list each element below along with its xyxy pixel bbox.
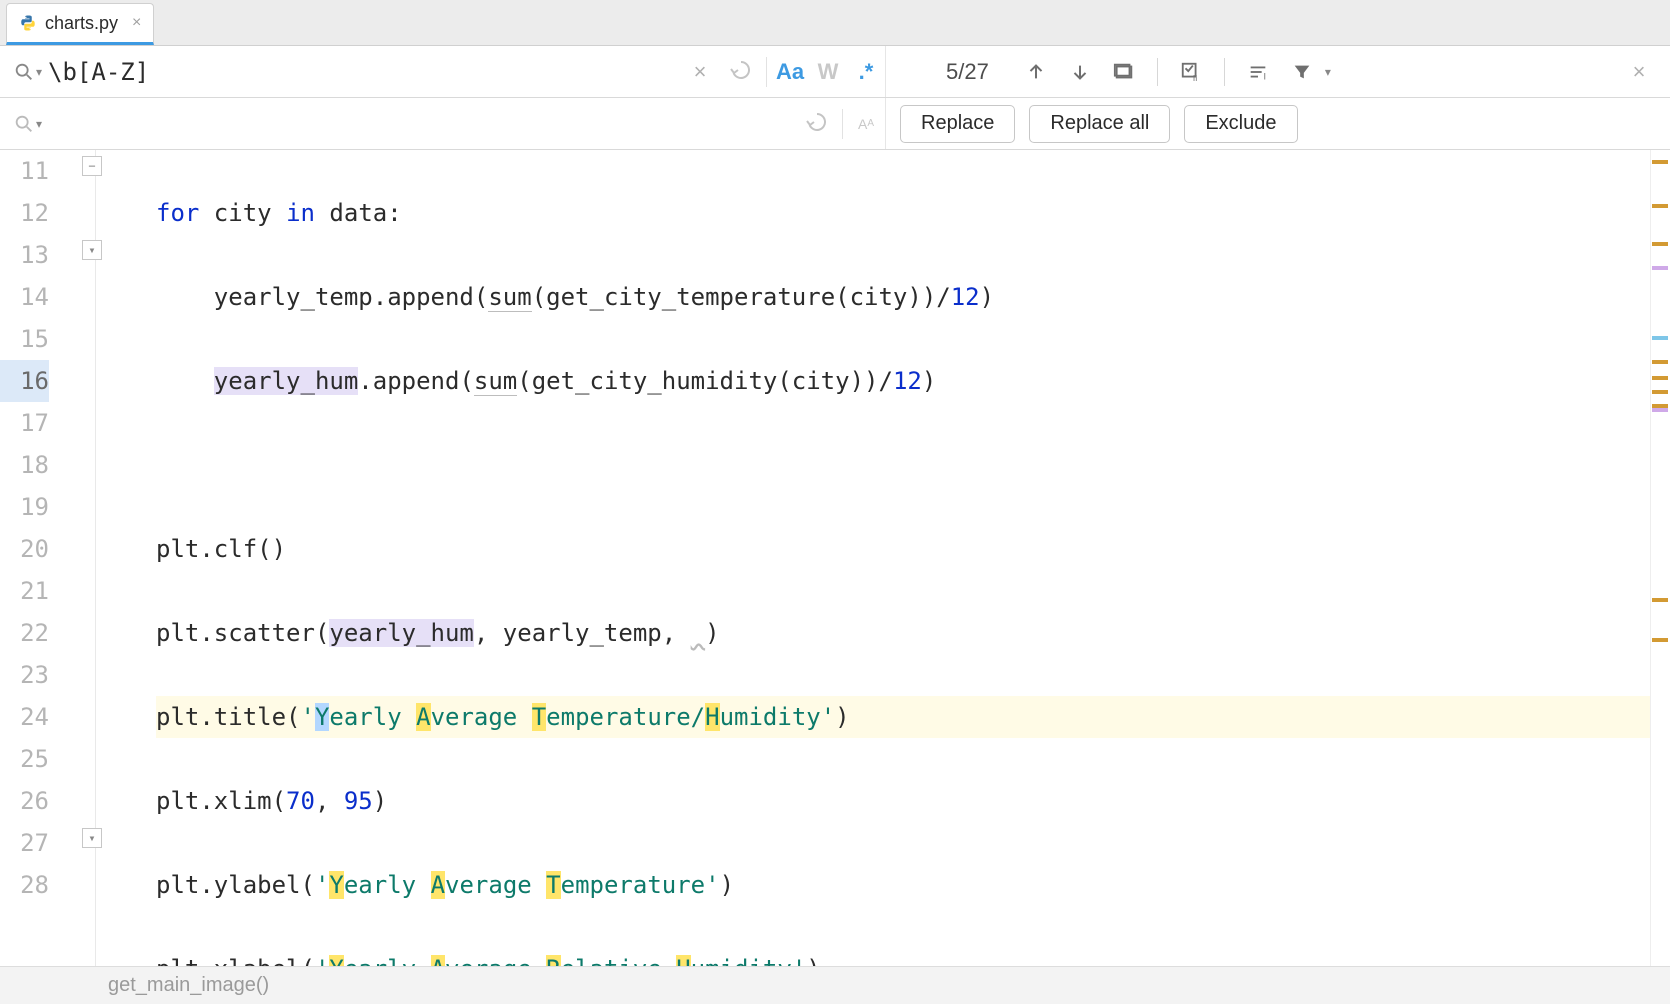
replace-history-icon[interactable]	[794, 110, 838, 137]
line-number[interactable]: 24	[0, 696, 49, 738]
replace-input[interactable]	[42, 106, 794, 142]
error-stripe-marker[interactable]	[1652, 266, 1668, 270]
regex-toggle[interactable]: .*	[847, 55, 885, 89]
separator	[842, 109, 843, 139]
replace-icon[interactable]	[10, 110, 38, 138]
svg-text:II: II	[1193, 74, 1198, 83]
breadcrumb-item[interactable]: get_main_image()	[108, 974, 269, 997]
line-number[interactable]: 21	[0, 570, 49, 612]
editor: − ▾ ▾ 11 12 13 14 15 16 17 18 19 20 21 2…	[0, 150, 1670, 966]
line-number[interactable]: 28	[0, 864, 49, 906]
error-stripe-marker[interactable]	[1652, 408, 1668, 412]
line-number[interactable]: 13	[0, 234, 49, 276]
line-number[interactable]: 11	[0, 150, 49, 192]
breadcrumb[interactable]: get_main_image()	[0, 966, 1670, 1004]
error-stripe-marker[interactable]	[1652, 360, 1668, 364]
line-number[interactable]: 22	[0, 612, 49, 654]
error-stripe-marker[interactable]	[1652, 204, 1668, 208]
settings-icon[interactable]: I	[1239, 55, 1277, 89]
line-number[interactable]: 15	[0, 318, 49, 360]
find-bar: ▾ × Aa W .* 5/27 II I ▾ ×	[0, 46, 1670, 98]
error-stripe-marker[interactable]	[1652, 390, 1668, 394]
filter-chevron-icon[interactable]: ▾	[1325, 65, 1331, 79]
close-find-bar-icon[interactable]: ×	[1622, 59, 1656, 85]
line-number[interactable]: 23	[0, 654, 49, 696]
search-icon[interactable]	[10, 58, 38, 86]
error-stripe-marker[interactable]	[1652, 598, 1668, 602]
editor-tab[interactable]: charts.py ×	[6, 3, 154, 45]
python-file-icon	[19, 14, 37, 32]
exclude-button[interactable]: Exclude	[1184, 105, 1297, 143]
filter-icon[interactable]	[1283, 55, 1321, 89]
tab-filename: charts.py	[45, 13, 118, 34]
line-number[interactable]: 27	[0, 822, 49, 864]
preserve-case-toggle[interactable]: AA	[847, 107, 885, 141]
gutter: − ▾ ▾ 11 12 13 14 15 16 17 18 19 20 21 2…	[0, 150, 96, 966]
error-stripe-marker[interactable]	[1652, 638, 1668, 642]
line-number[interactable]: 25	[0, 738, 49, 780]
next-match-button[interactable]	[1061, 55, 1099, 89]
separator	[1157, 58, 1158, 86]
line-number[interactable]: 16	[0, 360, 49, 402]
replace-button[interactable]: Replace	[900, 105, 1015, 143]
separator	[766, 57, 767, 87]
error-stripe-marker[interactable]	[1652, 336, 1668, 340]
replace-all-button[interactable]: Replace all	[1029, 105, 1170, 143]
code-area[interactable]: for city in data: yearly_temp.append(sum…	[96, 150, 1650, 966]
svg-text:I: I	[1263, 71, 1266, 81]
line-number[interactable]: 12	[0, 192, 49, 234]
search-input[interactable]	[42, 54, 682, 90]
line-number[interactable]: 19	[0, 486, 49, 528]
line-number[interactable]: 18	[0, 444, 49, 486]
tab-close-icon[interactable]: ×	[132, 14, 141, 32]
replace-bar: ▾ AA Replace Replace all Exclude	[0, 98, 1670, 150]
separator	[1224, 58, 1225, 86]
tab-bar: charts.py ×	[0, 0, 1670, 46]
line-number[interactable]: 17	[0, 402, 49, 444]
whole-words-toggle[interactable]: W	[809, 55, 847, 89]
match-count: 5/27	[946, 59, 989, 85]
error-stripe-marker[interactable]	[1652, 160, 1668, 164]
search-history-icon[interactable]	[718, 58, 762, 85]
line-number[interactable]: 26	[0, 780, 49, 822]
line-number[interactable]: 14	[0, 276, 49, 318]
line-number[interactable]: 20	[0, 528, 49, 570]
marker-strip[interactable]	[1650, 150, 1670, 966]
clear-search-icon[interactable]: ×	[682, 59, 718, 85]
select-all-occurrences-button[interactable]	[1105, 55, 1143, 89]
match-case-toggle[interactable]: Aa	[771, 55, 809, 89]
prev-match-button[interactable]	[1017, 55, 1055, 89]
select-in-editor-button[interactable]: II	[1172, 55, 1210, 89]
error-stripe-marker[interactable]	[1652, 242, 1668, 246]
error-stripe-marker[interactable]	[1652, 376, 1668, 380]
